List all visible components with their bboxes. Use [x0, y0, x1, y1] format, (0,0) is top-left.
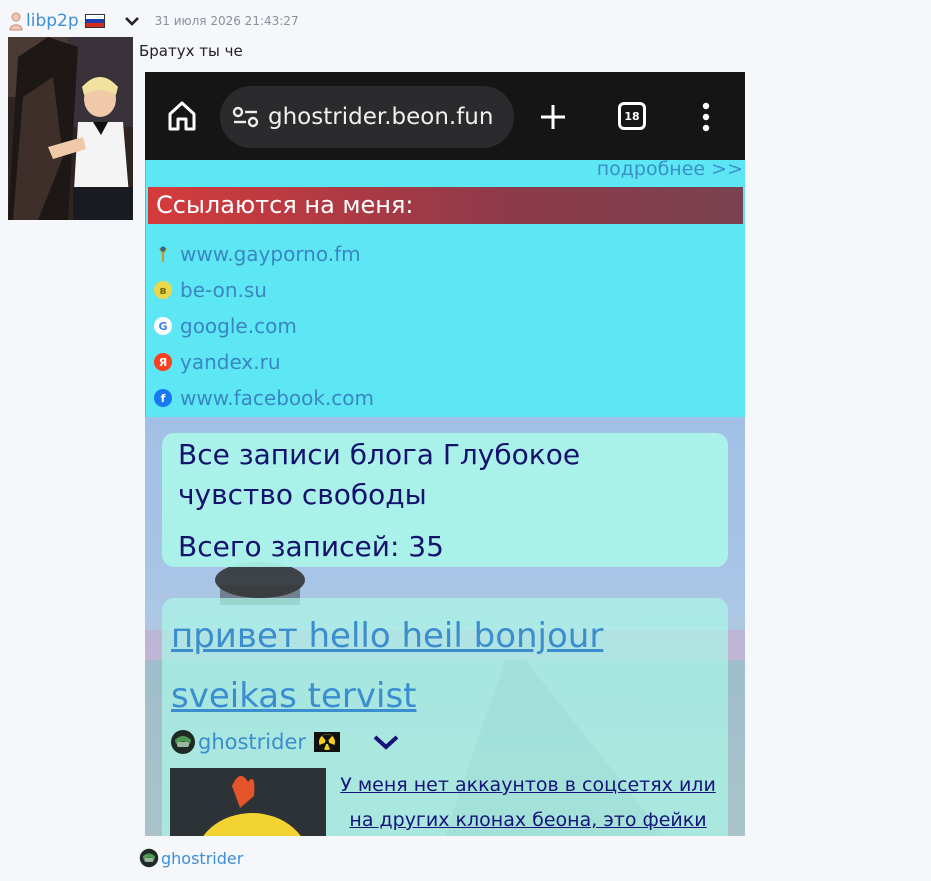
- attached-screenshot[interactable]: ghostrider.beon.fun 18 подробнее >> Ссыл…: [145, 72, 745, 836]
- browser-toolbar: ghostrider.beon.fun 18: [145, 72, 745, 160]
- country-flag-icon: [84, 14, 105, 28]
- referrers-title: Ссылаются на меня:: [148, 187, 743, 224]
- address-bar[interactable]: ghostrider.beon.fun: [220, 86, 514, 148]
- blog-post-card: привет hello heil bonjour sveikas tervis…: [162, 598, 728, 836]
- user-icon: [8, 11, 24, 31]
- footer-username-link[interactable]: ghostrider: [161, 849, 243, 868]
- avatar[interactable]: [8, 37, 133, 220]
- ref-item-beon[interactable]: в be-on.su: [154, 275, 267, 305]
- post-author-link[interactable]: libp2p: [26, 11, 79, 31]
- site-content: подробнее >> Ссылаются на меня: www.gayp…: [145, 160, 745, 836]
- referrers-panel: подробнее >> Ссылаются на меня: www.gayp…: [145, 160, 745, 417]
- blog-summary-card: Все записи блога Глубокое чувство свобод…: [162, 433, 728, 567]
- home-button[interactable]: [167, 100, 197, 132]
- post-author-link[interactable]: ghostrider: [198, 730, 306, 754]
- ref-item-gayporno[interactable]: www.gayporno.fm: [154, 239, 361, 269]
- post-description-link[interactable]: У меня нет аккаунтов в соцсетях или на д…: [330, 768, 726, 836]
- helmet-avatar-icon: [139, 848, 159, 868]
- site-settings-icon[interactable]: [232, 105, 260, 129]
- post-title-link[interactable]: привет hello heil bonjour sveikas tervis…: [171, 606, 716, 726]
- post-author-row: ghostrider: [170, 726, 400, 758]
- more-menu-icon[interactable]: [701, 102, 711, 132]
- beon-icon: в: [154, 281, 172, 299]
- blog-post-count: Всего записей: 35: [178, 530, 444, 563]
- new-tab-button[interactable]: [538, 102, 568, 132]
- post-header: libp2p 31 июля 2026 21:43:27: [8, 8, 299, 34]
- torch-icon: [154, 245, 172, 263]
- url-text: ghostrider.beon.fun: [268, 104, 494, 130]
- footer-author: ghostrider: [139, 845, 243, 871]
- post-message: Братух ты че: [139, 42, 243, 60]
- chevron-down-icon[interactable]: [123, 14, 141, 28]
- ref-item-facebook[interactable]: f www.facebook.com: [154, 383, 374, 413]
- more-link[interactable]: подробнее >>: [597, 160, 743, 180]
- google-icon: G: [154, 317, 172, 335]
- home-icon: [168, 101, 196, 131]
- facebook-icon: f: [154, 389, 172, 407]
- radiation-icon: [314, 732, 341, 752]
- ref-item-google[interactable]: G google.com: [154, 311, 297, 341]
- plus-icon: [541, 105, 565, 129]
- post-timestamp: 31 июля 2026 21:43:27: [154, 14, 299, 28]
- helmet-avatar-icon: [170, 729, 196, 755]
- post-thumbnail[interactable]: [170, 768, 326, 836]
- chevron-down-icon[interactable]: [372, 732, 400, 752]
- blog-title: Все записи блога Глубокое чувство свобод…: [178, 438, 581, 511]
- tab-count-button[interactable]: 18: [618, 102, 646, 130]
- ref-item-yandex[interactable]: Я yandex.ru: [154, 347, 281, 377]
- yandex-icon: Я: [154, 353, 172, 371]
